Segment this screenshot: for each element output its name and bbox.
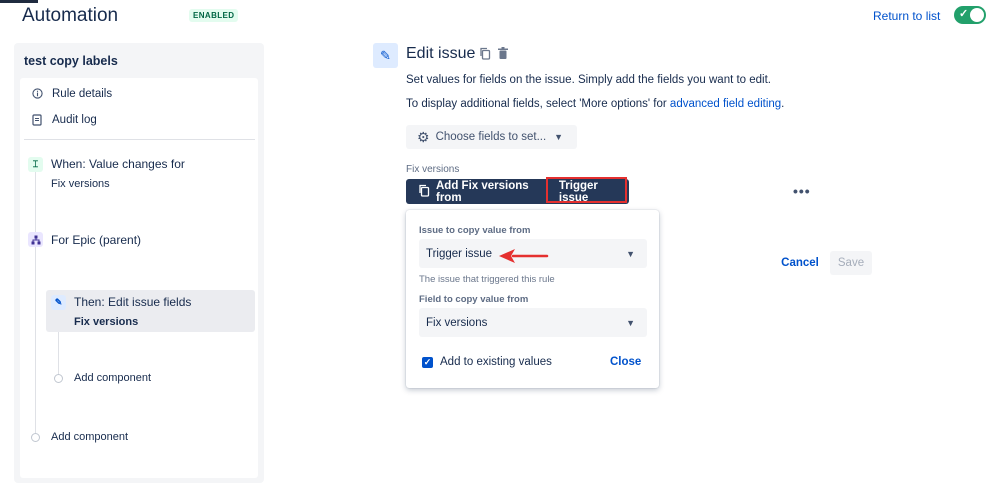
branch-icon (28, 232, 43, 247)
return-to-list-link[interactable]: Return to list (873, 9, 940, 23)
value-changed-icon: ⌶ (28, 157, 43, 172)
rule-enabled-toggle[interactable]: ✓ (954, 6, 986, 24)
copy-icon[interactable] (479, 47, 491, 63)
edit-issue-icon: ✎ (373, 43, 398, 68)
gear-icon: ⚙ (417, 128, 430, 145)
copy-from-value: Trigger issue (426, 247, 493, 260)
close-button[interactable]: Close (610, 356, 641, 368)
advanced-editing-suffix: . (781, 98, 785, 110)
top-bar-mark (0, 0, 38, 3)
red-arrow-annotation (499, 249, 549, 263)
advanced-editing-prefix: To display additional fields, select 'Mo… (406, 98, 670, 110)
trash-icon[interactable] (497, 47, 509, 63)
advanced-editing-text: To display additional fields, select 'Mo… (406, 98, 784, 110)
choose-fields-label: Choose fields to set... (435, 131, 547, 143)
field-copy-label: Field to copy value from (419, 294, 529, 305)
copy-value-popover: Issue to copy value from Trigger issue ▼… (406, 210, 659, 388)
pencil-icon: ✎ (51, 295, 66, 310)
add-component-dot (31, 433, 40, 442)
field-label-fix-versions: Fix versions (406, 164, 460, 175)
trigger-step[interactable]: ⌶ When: Value changes for Fix versions (28, 157, 233, 193)
branch-step-title: For Epic (parent) (51, 233, 142, 247)
choose-fields-button[interactable]: ⚙ Choose fields to set... ▼ (406, 125, 577, 149)
check-icon: ✓ (959, 8, 969, 20)
nav-audit-log-label: Audit log (52, 114, 97, 126)
add-existing-checkbox[interactable]: ✓ (422, 357, 433, 368)
save-button[interactable]: Save (830, 251, 872, 275)
more-horizontal-icon[interactable]: ••• (793, 183, 811, 199)
description-text: Set values for fields on the issue. Simp… (406, 74, 772, 86)
field-copy-value: Fix versions (426, 316, 488, 329)
copy-from-label: Issue to copy value from (419, 225, 531, 236)
page-title: Automation (22, 5, 119, 26)
fix-versions-button-text: Add Fix versions from (436, 179, 529, 204)
component-title: Edit issue (406, 45, 476, 62)
cancel-button[interactable]: Cancel (774, 251, 826, 275)
field-copy-select[interactable]: Fix versions ▼ (419, 308, 647, 337)
advanced-field-editing-link[interactable]: advanced field editing (670, 98, 781, 110)
copy-from-helper: The issue that triggered this rule (419, 274, 555, 285)
status-badge: ENABLED (189, 9, 239, 22)
add-component-rule[interactable]: Add component (51, 431, 128, 443)
chevron-down-icon: ▼ (554, 132, 564, 142)
copy-icon (418, 184, 430, 200)
sidebar-divider (24, 139, 255, 140)
rule-name: test copy labels (24, 54, 118, 68)
add-component-dot (54, 374, 63, 383)
highlight-box (546, 177, 627, 203)
info-icon (31, 88, 43, 100)
chevron-down-icon: ▼ (626, 248, 635, 259)
chevron-down-icon: ▼ (626, 317, 635, 328)
add-existing-label: Add to existing values (440, 356, 552, 368)
nav-rule-details[interactable]: Rule details (31, 88, 112, 100)
toggle-knob (970, 8, 984, 22)
trigger-step-field: Fix versions (51, 178, 110, 190)
branch-step[interactable]: For Epic (parent) (28, 232, 233, 250)
nav-rule-details-label: Rule details (52, 88, 113, 100)
action-step-field: Fix versions (74, 316, 139, 328)
action-step-title: Then: Edit issue fields (74, 295, 192, 309)
trigger-step-title: When: Value changes for (51, 157, 185, 171)
document-icon (31, 114, 43, 126)
rule-outline (20, 78, 258, 478)
add-component-branch[interactable]: Add component (74, 372, 151, 384)
nav-audit-log[interactable]: Audit log (31, 114, 97, 126)
timeline-line (35, 172, 36, 434)
